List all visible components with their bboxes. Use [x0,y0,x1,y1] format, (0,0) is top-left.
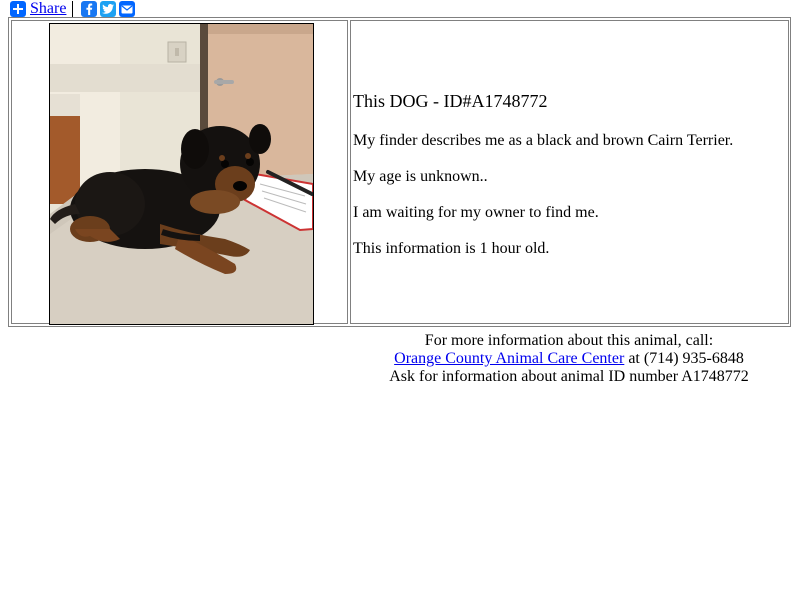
animal-title: This DOG - ID#A1748772 [353,91,548,111]
age-description: My age is unknown.. [353,168,488,185]
center-link[interactable]: Orange County Animal Care Center [394,350,624,367]
contact-info: For more information about this animal, … [340,332,798,386]
share-divider [72,1,74,17]
photo-cell [11,20,348,325]
animal-table: This DOG - ID#A1748772 My finder describ… [8,17,791,327]
dog-photo [49,23,314,325]
info-cell: This DOG - ID#A1748772 My finder describ… [350,20,789,324]
ask-text: Ask for information about animal ID numb… [389,368,749,385]
contact-intro: For more information about this animal, … [424,332,714,349]
status-description: I am waiting for my owner to find me. [353,204,599,221]
share-bar: Share [10,0,138,18]
share-link[interactable]: Share [30,0,66,18]
breed-description: My finder describes me as a black and br… [353,132,734,149]
email-icon[interactable] [119,1,136,17]
info-age: This information is 1 hour old. [353,240,550,257]
twitter-icon[interactable] [100,1,117,17]
contact-phone-line: Orange County Animal Care Center at (714… [340,350,798,368]
facebook-icon[interactable] [81,1,98,17]
plus-icon[interactable] [10,1,26,17]
phone-text: at (714) 935-6848 [624,350,744,367]
